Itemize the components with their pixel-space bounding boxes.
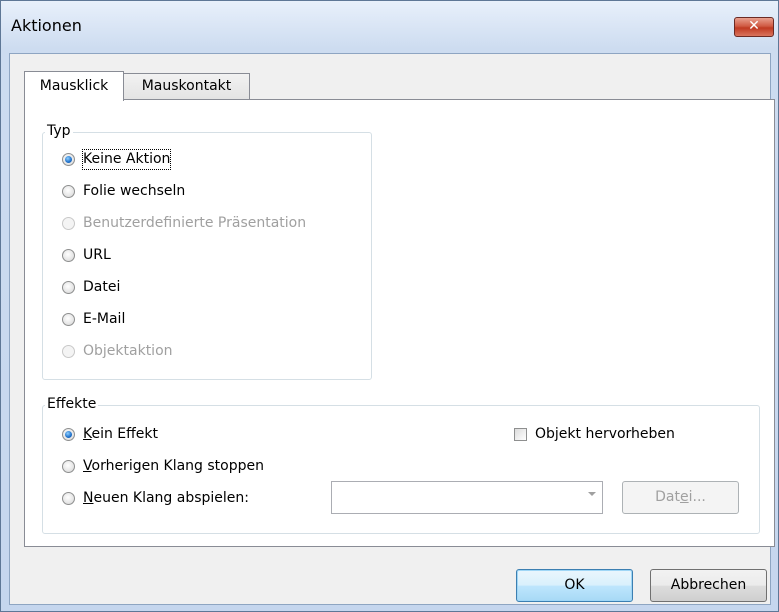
objekt-hervorheben-checkbox[interactable]	[514, 428, 527, 441]
accelerator-key: V	[83, 458, 92, 474]
radio-label: Keine Aktion	[81, 149, 172, 170]
close-button[interactable]: ✕	[734, 17, 774, 37]
radio-button[interactable]	[62, 492, 75, 505]
radio-button	[62, 217, 75, 230]
radio-button	[62, 345, 75, 358]
tab-mauskontakt-label: Mauskontakt	[141, 78, 232, 94]
ok-button[interactable]: OK	[516, 569, 633, 602]
ok-button-label: OK	[564, 577, 585, 593]
radio-button[interactable]	[62, 185, 75, 198]
radio-label: Datei	[83, 279, 121, 295]
accelerator-key: e	[679, 489, 689, 505]
radio-label: Neuen Klang abspielen:	[83, 489, 249, 508]
radio-label-rest: euen Klang abspielen:	[93, 490, 250, 506]
radio-label: Vorherigen Klang stoppen	[83, 457, 264, 476]
effekte-group-label: Effekte	[45, 396, 99, 412]
radio-button[interactable]	[62, 460, 75, 473]
title-bar[interactable]: Aktionen ✕	[1, 1, 778, 53]
accelerator-key: N	[83, 490, 94, 506]
tab-panel-mausklick: Typ Keine Aktion Folie wechseln Benutzer…	[24, 99, 775, 547]
cancel-button-label: Abbrechen	[670, 577, 747, 593]
close-icon: ✕	[748, 18, 760, 34]
datei-button: Datei...	[622, 481, 739, 514]
radio-button[interactable]	[62, 153, 75, 166]
objekt-hervorheben-label[interactable]: Objekt hervorheben	[535, 425, 675, 444]
radio-label: Kein Effekt	[83, 425, 158, 444]
dialog-client-area: Mausklick Mauskontakt Typ Keine Aktion F…	[9, 53, 775, 605]
tab-mausklick[interactable]: Mausklick	[24, 71, 124, 101]
typ-group-label: Typ	[45, 123, 73, 139]
tab-mausklick-label: Mausklick	[39, 78, 109, 94]
datei-button-label-rest: i...	[688, 489, 706, 505]
chevron-down-icon[interactable]	[588, 492, 596, 496]
radio-label: Objektaktion	[83, 343, 173, 359]
dialog-title: Aktionen	[11, 16, 82, 35]
radio-button[interactable]	[62, 249, 75, 262]
radio-label-rest: orherigen Klang stoppen	[91, 458, 265, 474]
datei-button-label: Dat	[655, 489, 680, 505]
radio-button[interactable]	[62, 428, 75, 441]
cancel-button[interactable]: Abbrechen	[650, 569, 767, 602]
sound-select[interactable]	[331, 481, 603, 514]
radio-label: E-Mail	[83, 311, 126, 327]
radio-label: Folie wechseln	[83, 183, 186, 199]
radio-label: Benutzerdefinierte Präsentation	[83, 215, 307, 231]
radio-label: URL	[83, 247, 111, 263]
tab-mauskontakt[interactable]: Mauskontakt	[123, 73, 250, 100]
radio-button[interactable]	[62, 281, 75, 294]
actions-dialog: Aktionen ✕ Mausklick Mauskontakt Typ Kei…	[0, 0, 779, 612]
radio-label-rest: ein Effekt	[91, 426, 159, 442]
radio-button[interactable]	[62, 313, 75, 326]
